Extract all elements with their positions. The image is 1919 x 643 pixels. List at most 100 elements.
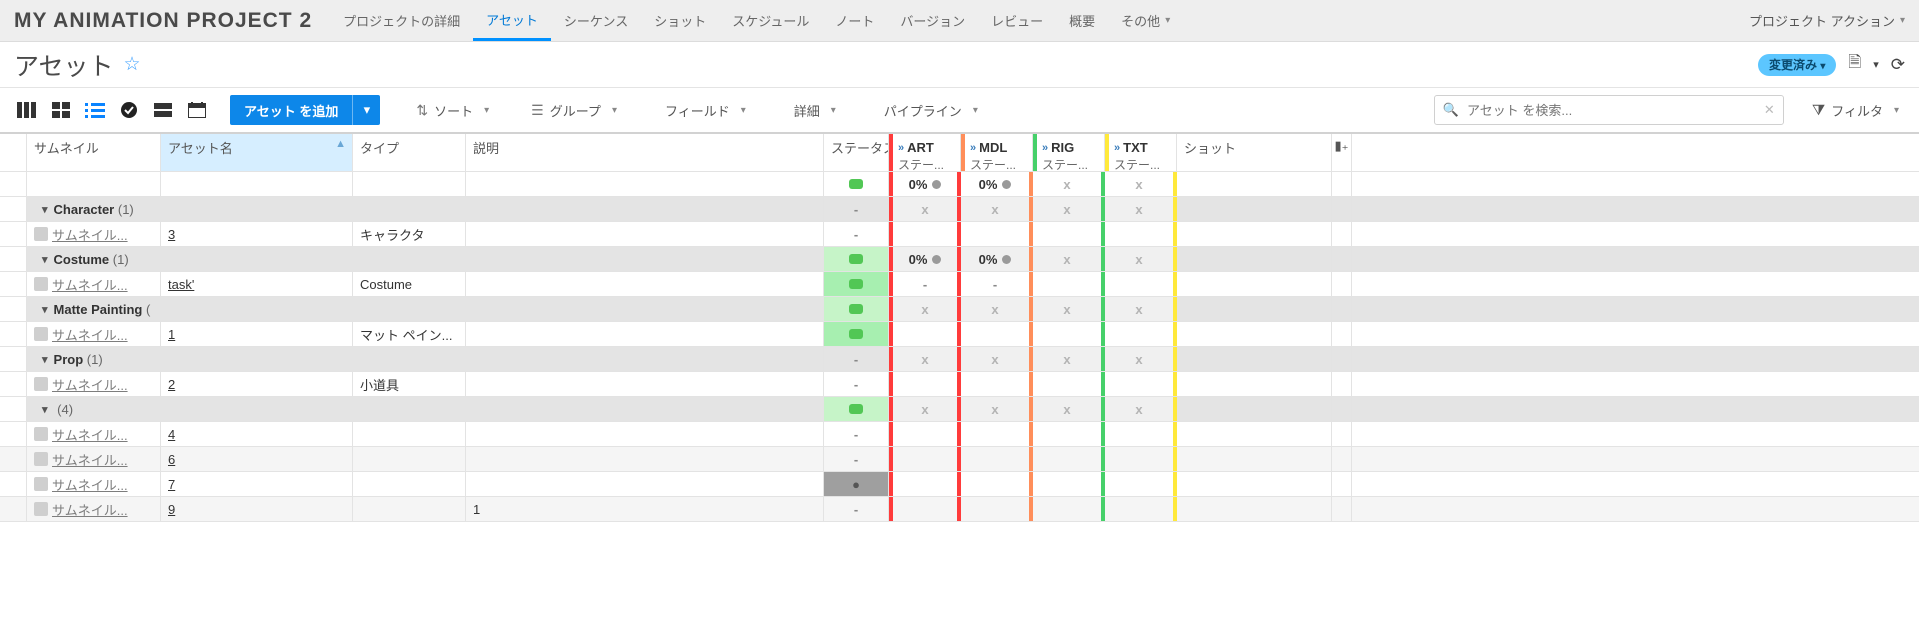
asset-art-cell[interactable] <box>889 322 961 346</box>
asset-shot-cell[interactable] <box>1177 422 1332 446</box>
thumbnail-cell[interactable]: サムネイル... <box>27 472 161 496</box>
asset-status-cell[interactable]: - <box>824 497 889 521</box>
asset-art-cell[interactable] <box>889 372 961 396</box>
nav-tab[interactable]: 概要 <box>1056 0 1108 41</box>
asset-type-cell[interactable] <box>353 422 466 446</box>
fields-button[interactable]: フィールド ▾ <box>659 95 752 125</box>
asset-name-cell[interactable]: 1 <box>161 322 353 346</box>
asset-row[interactable]: サムネイル...task'Costume -- <box>0 272 1919 297</box>
thumbnail-cell[interactable]: サムネイル... <box>27 222 161 246</box>
view-rows-icon[interactable] <box>150 97 176 123</box>
asset-desc-cell[interactable] <box>466 322 824 346</box>
col-asset-name[interactable]: アセット名 ▲ <box>161 134 353 171</box>
asset-name-cell[interactable]: 2 <box>161 372 353 396</box>
asset-row[interactable]: サムネイル...3キャラクタ- <box>0 222 1919 247</box>
changed-pill[interactable]: 変更済み ▾ <box>1758 54 1836 76</box>
row-select-header[interactable] <box>0 134 27 171</box>
group-row[interactable]: ▾Matte Painting (xxxx <box>0 297 1919 322</box>
nav-tab[interactable]: ノート <box>822 0 887 41</box>
asset-desc-cell[interactable]: 1 <box>466 497 824 521</box>
nav-tab[interactable]: その他▾ <box>1108 0 1183 41</box>
asset-mdl-cell[interactable] <box>961 222 1033 246</box>
asset-row[interactable]: サムネイル...7● <box>0 472 1919 497</box>
asset-mdl-cell[interactable] <box>961 422 1033 446</box>
col-step-rig[interactable]: »RIG ステー... <box>1033 134 1105 171</box>
group-row[interactable]: ▾Prop (1)-xxxx <box>0 347 1919 372</box>
chevron-down-icon[interactable]: ▾ <box>1873 58 1879 71</box>
asset-type-cell[interactable] <box>353 497 466 521</box>
view-list-icon[interactable] <box>82 97 108 123</box>
details-button[interactable]: 詳細 ▾ <box>788 95 842 125</box>
asset-status-cell[interactable]: - <box>824 372 889 396</box>
col-description[interactable]: 説明 <box>466 134 824 171</box>
asset-art-cell[interactable] <box>889 447 961 471</box>
nav-tab[interactable]: バージョン <box>887 0 978 41</box>
asset-desc-cell[interactable] <box>466 222 824 246</box>
nav-tab[interactable]: プロジェクトの詳細 <box>330 0 473 41</box>
asset-txt-cell[interactable] <box>1105 222 1177 246</box>
new-page-icon[interactable]: 🗎 <box>1848 51 1861 78</box>
filter-button[interactable]: ⧩ フィルタ ▾ <box>1806 101 1905 120</box>
refresh-icon[interactable]: ⟳ <box>1891 55 1905 75</box>
col-step-mdl[interactable]: »MDL ステー... <box>961 134 1033 171</box>
asset-txt-cell[interactable] <box>1105 322 1177 346</box>
asset-mdl-cell[interactable] <box>961 447 1033 471</box>
view-grid-icon[interactable] <box>48 97 74 123</box>
asset-row[interactable]: サムネイル...2小道具- <box>0 372 1919 397</box>
nav-tab[interactable]: レビュー <box>978 0 1056 41</box>
asset-txt-cell[interactable] <box>1105 447 1177 471</box>
nav-tab[interactable]: スケジュール <box>719 0 822 41</box>
asset-type-cell[interactable]: Costume <box>353 272 466 296</box>
asset-txt-cell[interactable] <box>1105 372 1177 396</box>
asset-name-cell[interactable]: 4 <box>161 422 353 446</box>
asset-shot-cell[interactable] <box>1177 322 1332 346</box>
asset-shot-cell[interactable] <box>1177 472 1332 496</box>
asset-desc-cell[interactable] <box>466 272 824 296</box>
add-asset-button[interactable]: アセット を追加 ▾ <box>230 95 380 125</box>
asset-status-cell[interactable]: - <box>824 422 889 446</box>
sort-button[interactable]: ⇅ ソート ▾ <box>410 95 495 125</box>
asset-type-cell[interactable] <box>353 447 466 471</box>
asset-shot-cell[interactable] <box>1177 372 1332 396</box>
asset-name-cell[interactable]: 9 <box>161 497 353 521</box>
asset-txt-cell[interactable] <box>1105 272 1177 296</box>
col-step-art[interactable]: »ART ステー... <box>889 134 961 171</box>
asset-mdl-cell[interactable] <box>961 322 1033 346</box>
asset-status-cell[interactable]: ● <box>824 472 889 496</box>
asset-row[interactable]: サムネイル...9 1- <box>0 497 1919 522</box>
asset-rig-cell[interactable] <box>1033 322 1105 346</box>
asset-status-cell[interactable] <box>824 272 889 296</box>
asset-art-cell[interactable] <box>889 422 961 446</box>
asset-row[interactable]: サムネイル...6- <box>0 447 1919 472</box>
asset-type-cell[interactable]: キャラクタ <box>353 222 466 246</box>
thumbnail-cell[interactable]: サムネイル... <box>27 447 161 471</box>
thumbnail-cell[interactable]: サムネイル... <box>27 272 161 296</box>
asset-rig-cell[interactable] <box>1033 372 1105 396</box>
asset-type-cell[interactable]: 小道具 <box>353 372 466 396</box>
asset-desc-cell[interactable] <box>466 372 824 396</box>
asset-row[interactable]: サムネイル...4 - <box>0 422 1919 447</box>
asset-status-cell[interactable]: - <box>824 222 889 246</box>
asset-shot-cell[interactable] <box>1177 447 1332 471</box>
asset-rig-cell[interactable] <box>1033 222 1105 246</box>
asset-rig-cell[interactable] <box>1033 447 1105 471</box>
asset-art-cell[interactable]: - <box>889 272 961 296</box>
thumbnail-cell[interactable]: サムネイル... <box>27 422 161 446</box>
thumbnail-cell[interactable]: サムネイル... <box>27 322 161 346</box>
group-button[interactable]: ☰ グループ ▾ <box>525 95 623 125</box>
group-row[interactable]: ▾ (4)xxxx <box>0 397 1919 422</box>
thumbnail-cell[interactable]: サムネイル... <box>27 497 161 521</box>
asset-mdl-cell[interactable] <box>961 472 1033 496</box>
asset-shot-cell[interactable] <box>1177 272 1332 296</box>
asset-name-cell[interactable]: task' <box>161 272 353 296</box>
asset-shot-cell[interactable] <box>1177 222 1332 246</box>
asset-mdl-cell[interactable]: - <box>961 272 1033 296</box>
asset-txt-cell[interactable] <box>1105 472 1177 496</box>
asset-rig-cell[interactable] <box>1033 422 1105 446</box>
col-type[interactable]: タイプ <box>353 134 466 171</box>
nav-tab[interactable]: ショット <box>641 0 719 41</box>
asset-status-cell[interactable]: - <box>824 447 889 471</box>
asset-desc-cell[interactable] <box>466 422 824 446</box>
col-status[interactable]: ステータス <box>824 134 889 171</box>
asset-status-cell[interactable] <box>824 322 889 346</box>
